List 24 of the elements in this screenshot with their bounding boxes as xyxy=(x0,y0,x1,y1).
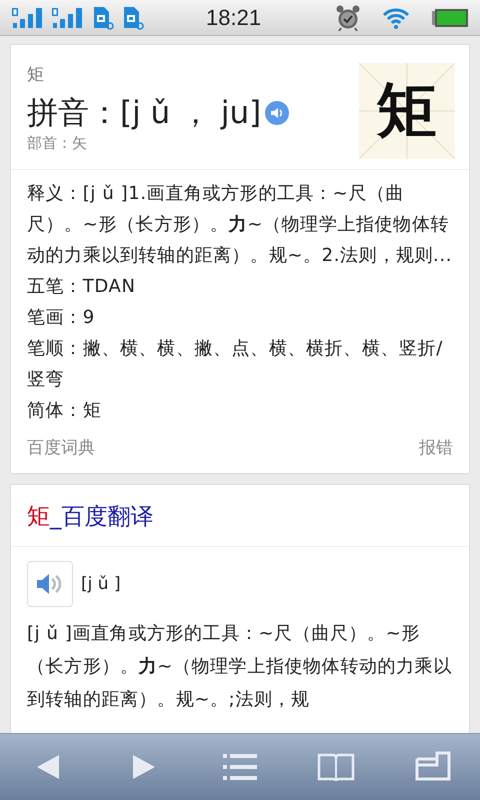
definition-text: 笔画：9 xyxy=(27,306,96,330)
definition-text: 简体：矩 xyxy=(27,399,102,423)
definition-text: 笔顺：撇、横、横、撇、点、横、横折、横、竖折/竖弯 xyxy=(27,337,444,392)
wifi-icon xyxy=(382,6,410,28)
sim-card-icon xyxy=(92,6,114,30)
radical-label: 部首：矢 xyxy=(27,134,88,153)
phonetic-text: [j ǔ ] xyxy=(81,574,121,594)
definition-text: 释义：[j ǔ ]1.画直角或方形的工具：~尺（曲尺）。~形（长方形）。力~（物理学上指使物体转动的力乘以到转轴的距离）。规~。2.法则，规则... xyxy=(27,182,453,268)
signal-icon xyxy=(12,6,44,28)
pinyin-text: 拼音：[j ǔ ， ju] xyxy=(27,94,262,133)
sim-card-icon xyxy=(122,6,144,30)
character-label: 矩 xyxy=(27,64,45,86)
alarm-clock-icon xyxy=(336,4,360,30)
speaker-button[interactable] xyxy=(27,561,73,607)
report-error-link[interactable]: 报错 xyxy=(419,436,453,459)
translation-text: [j ǔ ]画直角或方形的工具：~尺（曲尺）。~形（长方形）。力~（物理学上指使物体转动的力乘以到转轴的距离）。规~。;法则，规 xyxy=(26,622,453,712)
battery-icon xyxy=(432,8,468,26)
clock-time: 18:21 xyxy=(206,4,262,30)
translate-title-link[interactable]: 矩_百度翻译 xyxy=(27,504,154,530)
signal-icon xyxy=(52,6,84,28)
character-glyph: 矩 xyxy=(359,63,455,159)
definition-text: 五笔：TDAN xyxy=(27,275,137,299)
speaker-icon[interactable] xyxy=(265,101,290,125)
source-label: 百度词典 xyxy=(27,437,95,459)
